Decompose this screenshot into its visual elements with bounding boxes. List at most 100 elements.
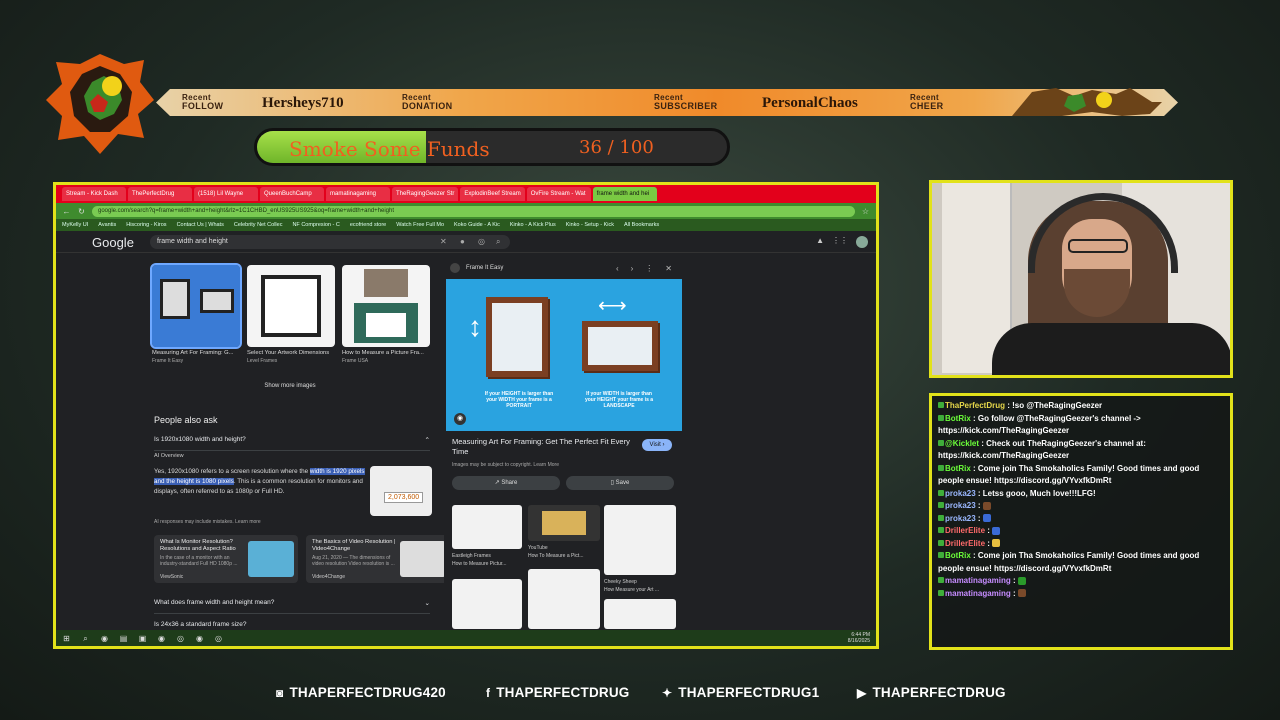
bookmark-item[interactable]: Contact Us | Whats [177, 222, 224, 228]
image-caption[interactable]: Measuring Art For Framing: G... [152, 350, 240, 356]
account-avatar[interactable] [856, 236, 868, 248]
browser-tab[interactable]: Stream - Kick Dash [62, 187, 126, 201]
related-image[interactable] [604, 505, 676, 575]
bookmark-item[interactable]: Watch Free Full Mo [396, 222, 444, 228]
lens-icon[interactable]: ◉ [454, 413, 466, 425]
related-image[interactable] [528, 505, 600, 541]
share-button[interactable]: ↗ Share [452, 476, 560, 490]
ai-overview-text: Yes, 1920x1080 refers to a screen resolu… [154, 467, 366, 497]
related-image[interactable] [452, 579, 522, 629]
show-more-images-button[interactable]: Show more images [152, 383, 428, 389]
google-search-input[interactable]: frame width and height ✕ ● ◎ ⌕ [150, 235, 510, 249]
chat-username[interactable]: mamatinagaming [945, 576, 1011, 585]
related-caption[interactable]: How To Measure a Pict... [528, 553, 584, 559]
file-explorer-icon[interactable]: ▤ [119, 634, 128, 643]
start-icon[interactable]: ⊞ [62, 634, 71, 643]
related-image[interactable] [528, 569, 600, 629]
browser-tab[interactable]: (1518) Lil Wayne [194, 187, 258, 201]
bookmark-item[interactable]: NF Compresion - C [292, 222, 339, 228]
related-caption[interactable]: How Measure your Art ... [604, 587, 659, 593]
chat-username[interactable]: proka23 [945, 501, 976, 510]
chat-username[interactable]: BotRix [945, 551, 971, 560]
bookmark-item[interactable]: ecofriend store [350, 222, 386, 228]
bookmark-item[interactable]: Kinko - A Kick Plus [510, 222, 556, 228]
bookmark-item[interactable]: All Bookmarks [624, 222, 659, 228]
image-thumbnail[interactable] [150, 263, 242, 349]
chat-username[interactable]: mamatinagaming [945, 589, 1011, 598]
question-collapsed[interactable]: What does frame width and height mean? ⌄ [154, 599, 430, 614]
social-handle: THAPERFECTDRUG420 [289, 685, 446, 700]
chat-username[interactable]: BotRix [945, 464, 971, 473]
panel-source[interactable]: Frame It Easy [466, 265, 503, 271]
browser-tab[interactable]: OvFire Stream - Wat [526, 187, 591, 201]
apps-grid-icon[interactable]: ⋮⋮ [832, 236, 848, 248]
bookmark-item[interactable]: Avantis [98, 222, 116, 228]
image-thumbnail[interactable] [247, 265, 335, 347]
chat-badge-icon [938, 414, 944, 421]
bookmark-item[interactable]: Koko Guide - A Kic [454, 222, 500, 228]
mic-icon[interactable]: ● [460, 235, 465, 249]
image-caption[interactable]: Select Your Artwork Dimensions [247, 350, 335, 356]
preview-image[interactable]: ↕ ⟷ If your HEIGHT is larger than your W… [446, 279, 682, 431]
bookmark-item[interactable]: Kinko - Setup - Kick [566, 222, 614, 228]
image-result[interactable]: How to Measure a Picture Fra... Frame US… [342, 265, 430, 369]
image-caption[interactable]: How to Measure a Picture Fra... [342, 350, 430, 356]
people-also-ask-title: People also ask [154, 415, 218, 425]
bookmark-item[interactable]: MyKelly UI [62, 222, 88, 228]
question-expanded[interactable]: Is 1920x1080 width and height? ⌃ [154, 436, 430, 451]
social-handle: THAPERFECTDRUG [872, 685, 1006, 700]
bookmark-star-icon[interactable]: ☆ [861, 207, 870, 216]
related-image[interactable] [604, 599, 676, 629]
chat-username[interactable]: proka23 [945, 514, 976, 523]
related-caption[interactable]: How to Measure Pictur... [452, 561, 506, 567]
related-image[interactable] [452, 505, 522, 549]
camera-icon[interactable]: ◎ [478, 235, 485, 249]
chat-username[interactable]: @Kicklet [945, 439, 979, 448]
image-source: Frame USA [342, 358, 369, 364]
browser-tab[interactable]: QueenBuchCamp [260, 187, 324, 201]
image-result[interactable]: Measuring Art For Framing: G... Frame It… [150, 263, 242, 369]
browser-tab[interactable]: ExplodinBeef Stream [460, 187, 525, 201]
more-icon[interactable]: ⋮ [645, 264, 653, 273]
labs-icon[interactable]: ▲ [816, 236, 824, 248]
bookmark-item[interactable]: Celebrity Net Collec [234, 222, 283, 228]
close-icon[interactable]: ✕ [665, 264, 672, 273]
browser-tab[interactable]: mamatinagaming [326, 187, 390, 201]
image-result[interactable]: Select Your Artwork Dimensions Level Fra… [247, 265, 335, 369]
app-icon[interactable]: ◎ [214, 634, 223, 643]
source-card[interactable]: The Basics of Video Resolution | Video4C… [306, 535, 450, 583]
bookmark-item[interactable]: Hiscoring - Kiros [126, 222, 166, 228]
chat-username[interactable]: DrillerElite [945, 539, 985, 548]
browser-tab[interactable]: ThePerfectDrug [128, 187, 192, 201]
search-icon[interactable]: ⌕ [496, 235, 500, 249]
source-card[interactable]: What Is Monitor Resolution? Resolutions … [154, 535, 298, 583]
panel-title[interactable]: Measuring Art For Framing: Get The Perfe… [452, 437, 642, 457]
chat-message: BotRix : Go follow @TheRagingGeezer's ch… [938, 413, 1224, 438]
search-icon[interactable]: ⌕ [81, 634, 90, 643]
goal-count: 36 / 100 [579, 137, 654, 158]
visit-button[interactable]: Visit › [642, 439, 672, 451]
google-logo[interactable]: Google [92, 235, 134, 250]
chat-username[interactable]: DrillerElite [945, 526, 985, 535]
next-icon[interactable]: › [631, 264, 634, 273]
back-icon[interactable]: ← [62, 207, 71, 216]
clear-icon[interactable]: ✕ [440, 235, 447, 249]
store-icon[interactable]: ▣ [138, 634, 147, 643]
app-icon[interactable]: ◉ [195, 634, 204, 643]
chat-username[interactable]: BotRix [945, 414, 971, 423]
prev-icon[interactable]: ‹ [616, 264, 619, 273]
browser-tab[interactable]: TheRagingGeezer Str [392, 187, 459, 201]
chat-username[interactable]: ThaPerfectDrug [945, 401, 1005, 410]
taskbar-clock[interactable]: 6:44 PM 8/16/2025 [848, 632, 870, 644]
app-icon[interactable]: ◎ [176, 634, 185, 643]
chrome-icon[interactable]: ◉ [100, 634, 109, 643]
image-thumbnail[interactable] [342, 265, 430, 347]
save-button[interactable]: ▯ Save [566, 476, 674, 490]
chrome-icon[interactable]: ◉ [157, 634, 166, 643]
browser-tab[interactable]: frame width and hei [592, 187, 657, 201]
url-input[interactable]: google.com/search?q=frame+width+and+heig… [92, 205, 855, 217]
ai-overview-thumbnail[interactable]: 2,073,600 [370, 466, 432, 516]
reload-icon[interactable]: ↻ [77, 207, 86, 216]
chat-username[interactable]: proka23 [945, 489, 976, 498]
chat-badge-icon [938, 577, 944, 583]
